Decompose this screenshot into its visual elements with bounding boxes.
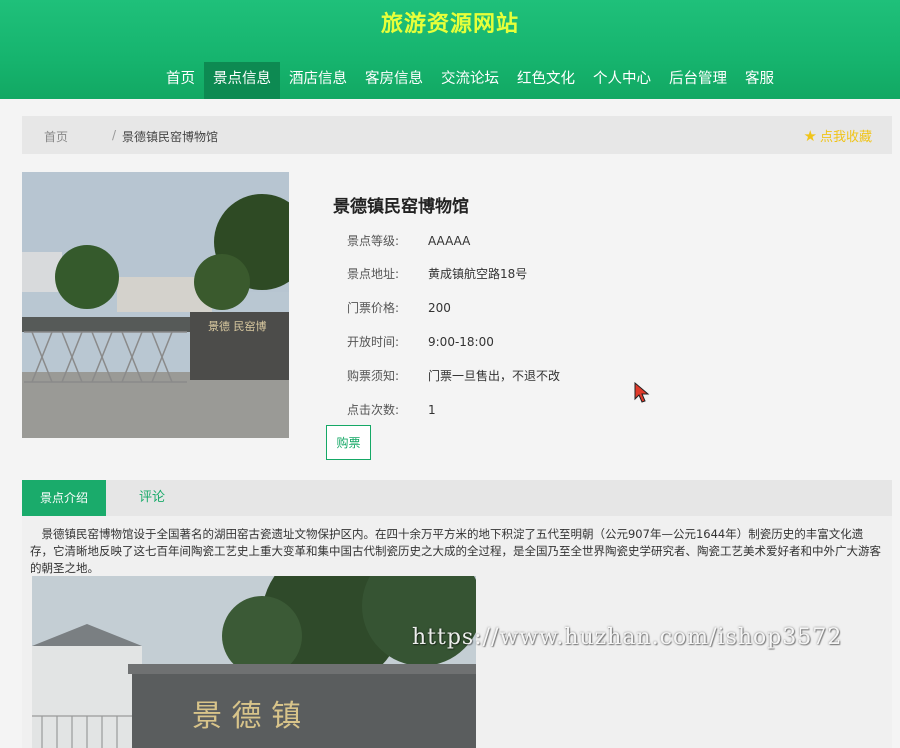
attraction-photo: 景德 民窑博 xyxy=(22,172,289,438)
field-label: 景点地址: xyxy=(347,267,400,281)
nav-admin[interactable]: 后台管理 xyxy=(660,62,736,99)
field-label: 门票价格: xyxy=(347,301,400,315)
favorite-label: 点我收藏 xyxy=(819,130,872,145)
field-value: 门票一旦售出，不退不改 xyxy=(428,369,561,383)
nav-forum[interactable]: 交流论坛 xyxy=(432,62,508,99)
field-value: 200 xyxy=(428,301,451,315)
field-level: 景点等级: AAAAA xyxy=(347,232,470,249)
mouse-cursor-icon xyxy=(634,382,650,403)
tab-comments[interactable]: 评论 xyxy=(127,480,177,516)
site-title: 旅游资源网站 xyxy=(380,12,519,37)
main-nav: 首页 景点信息 酒店信息 客房信息 交流论坛 红色文化 个人中心 后台管理 客服 xyxy=(0,62,900,99)
field-label: 购票须知: xyxy=(347,369,400,383)
field-value: 1 xyxy=(428,403,436,417)
description-photo: 景 德 镇 xyxy=(32,576,476,748)
attraction-description: 景德镇民窑博物馆设于全国著名的湖田窑古瓷遗址文物保护区内。在四十余万平方米的地下… xyxy=(30,527,881,575)
nav-user-center[interactable]: 个人中心 xyxy=(584,62,660,99)
nav-hotels[interactable]: 酒店信息 xyxy=(280,62,356,99)
field-price: 门票价格: 200 xyxy=(347,299,451,316)
tab-introduction[interactable]: 景点介绍 xyxy=(22,480,106,516)
field-clicks: 点击次数: 1 xyxy=(347,401,436,418)
nav-home[interactable]: 首页 xyxy=(157,62,204,99)
field-value: AAAAA xyxy=(428,234,471,248)
field-address: 景点地址: 黄成镇航空路18号 xyxy=(347,265,527,282)
breadcrumb: 首页 / 景德镇民窑博物馆 ★ 点我收藏 xyxy=(22,116,892,154)
field-hours: 开放时间: 9:00-18:00 xyxy=(347,333,494,350)
nav-red-culture[interactable]: 红色文化 xyxy=(508,62,584,99)
field-notice: 购票须知: 门票一旦售出，不退不改 xyxy=(347,367,560,384)
favorite-button[interactable]: ★ 点我收藏 xyxy=(803,126,872,146)
watermark-text: https://www.huzhan.com/ishop3572 xyxy=(412,625,843,650)
field-label: 景点等级: xyxy=(347,234,400,248)
nav-attractions[interactable]: 景点信息 xyxy=(204,62,280,99)
photo-sign-text: 景德 民窑博 xyxy=(208,319,267,333)
star-icon: ★ xyxy=(803,126,817,145)
field-value: 黄成镇航空路18号 xyxy=(428,267,528,281)
nav-service[interactable]: 客服 xyxy=(736,62,783,99)
site-header: 旅游资源网站 首页 景点信息 酒店信息 客房信息 交流论坛 红色文化 个人中心 … xyxy=(0,0,900,99)
detail-tabs: 景点介绍 评论 xyxy=(22,480,892,516)
nav-rooms[interactable]: 客房信息 xyxy=(356,62,432,99)
breadcrumb-separator: / xyxy=(112,128,117,142)
buy-ticket-button[interactable]: 购票 xyxy=(326,425,371,460)
field-value: 9:00-18:00 xyxy=(428,335,494,349)
breadcrumb-home-link[interactable]: 首页 xyxy=(44,128,68,145)
description-photo-sign-text: 景 德 镇 xyxy=(192,699,301,734)
field-label: 点击次数: xyxy=(347,403,400,417)
attraction-name: 景德镇民窑博物馆 xyxy=(333,197,469,217)
breadcrumb-current: 景德镇民窑博物馆 xyxy=(122,130,219,144)
field-label: 开放时间: xyxy=(347,335,400,349)
